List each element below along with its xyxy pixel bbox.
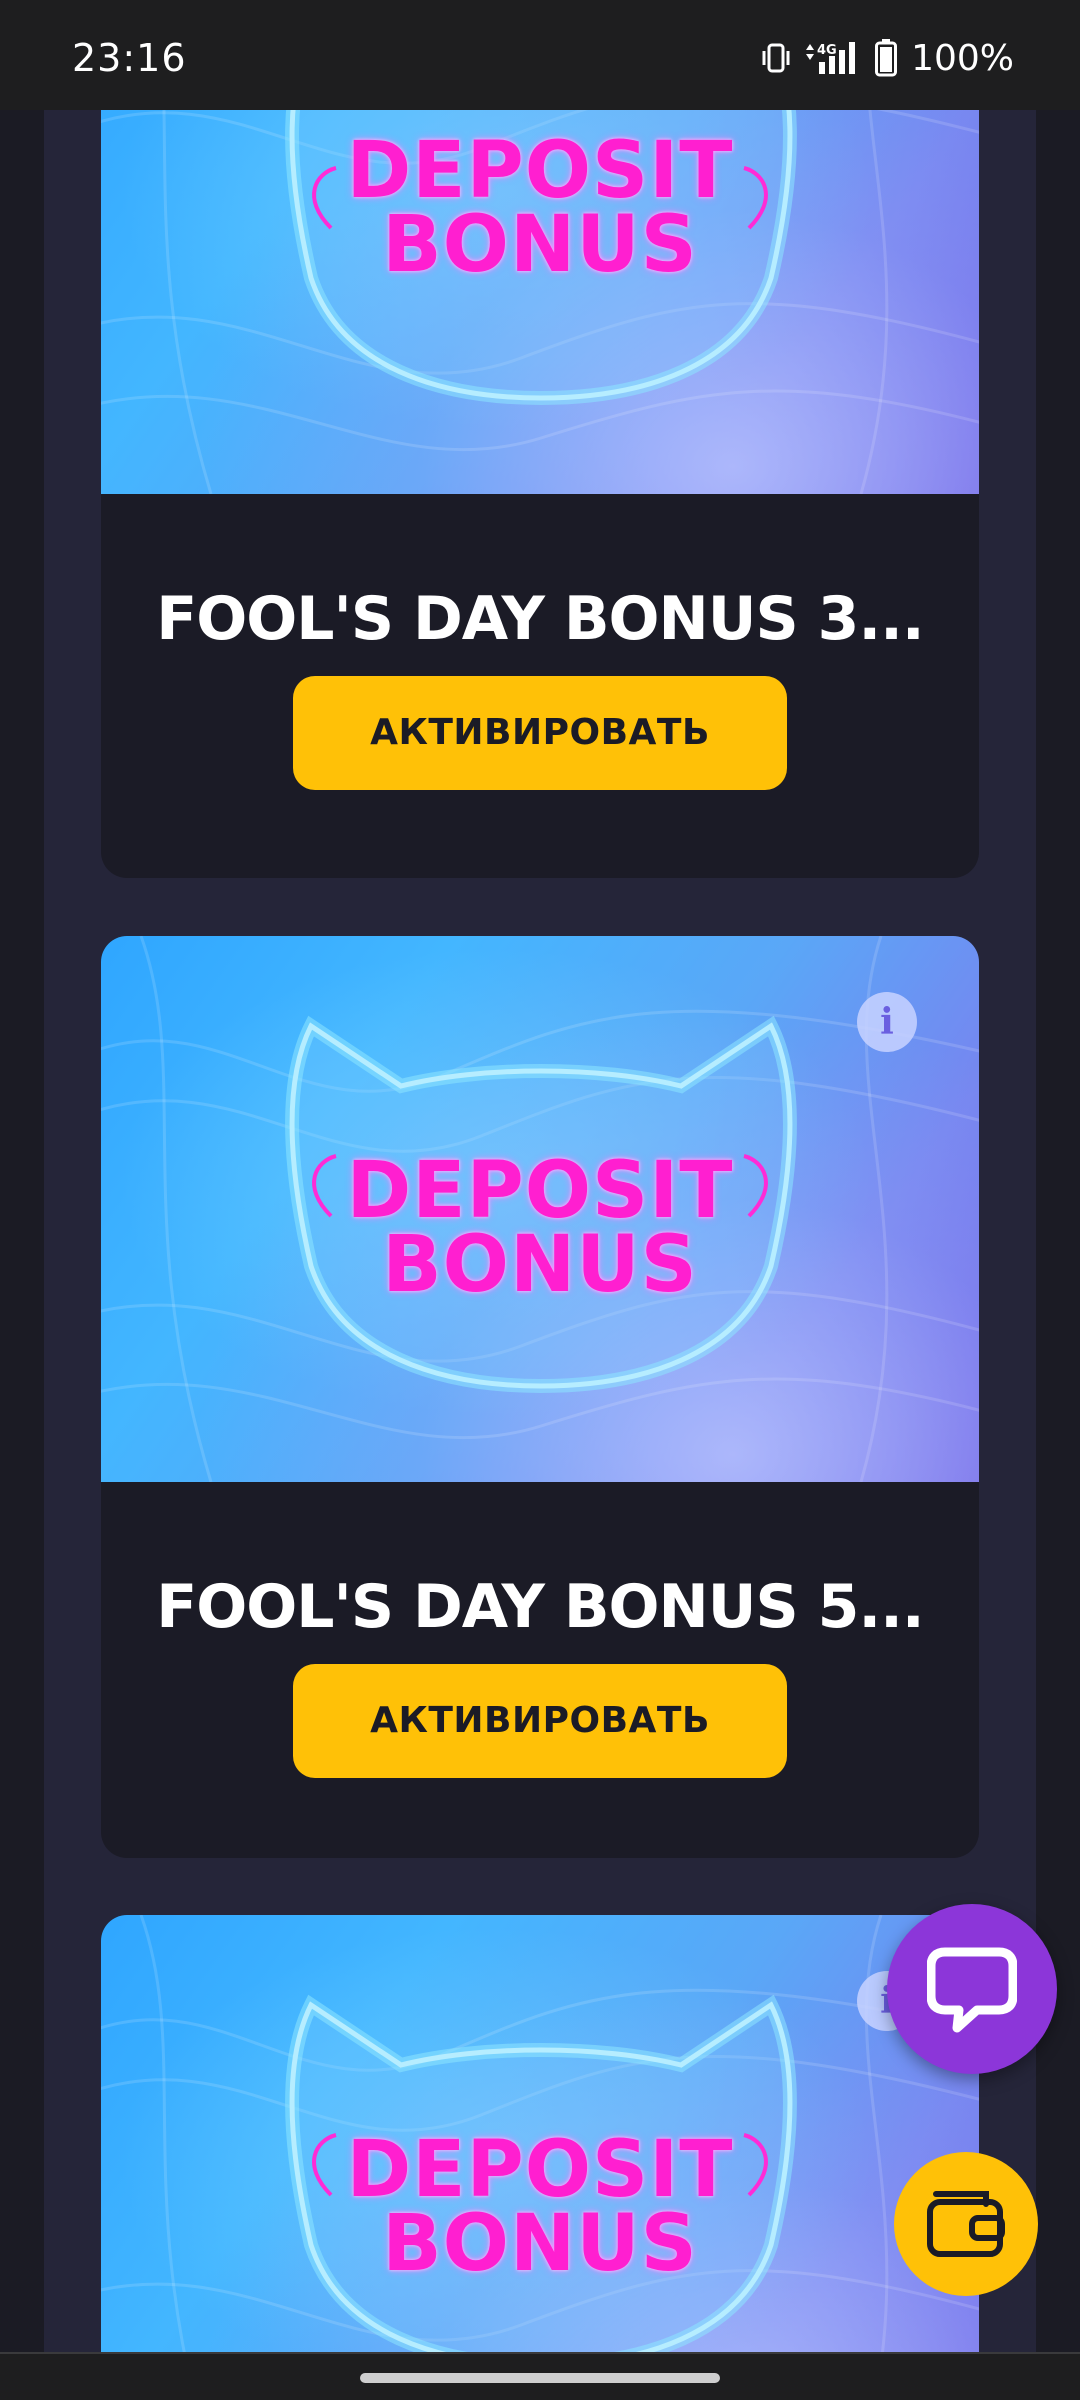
battery-icon	[875, 39, 898, 77]
activate-button[interactable]: АКТИВИРОВАТЬ	[293, 676, 787, 790]
signal-icon: 4G	[803, 40, 865, 76]
chat-button[interactable]	[887, 1904, 1057, 2074]
deposit-line-1: DEPOSIT	[346, 1146, 734, 1236]
deposit-line-2: BONUS	[382, 2199, 698, 2289]
network-type-text: 4G	[817, 43, 837, 58]
wallet-button[interactable]	[894, 2152, 1038, 2296]
bonus-card: DEPOSIT BONUS i	[101, 1915, 979, 2400]
navigation-bar	[0, 2352, 1080, 2400]
vibrate-icon	[759, 41, 793, 75]
activate-button[interactable]: АКТИВИРОВАТЬ	[293, 1664, 787, 1778]
bonus-image[interactable]: DEPOSIT BONUS i	[101, 936, 979, 1482]
bonus-card: DEPOSIT BONUS i FOOL'S DAY BONUS 5... АК…	[101, 936, 979, 1858]
wallet-icon	[927, 2191, 1005, 2257]
status-icons: 4G 100%	[759, 37, 1014, 79]
battery-percent: 100%	[911, 37, 1014, 79]
bonus-title: FOOL'S DAY BONUS 5...	[156, 1572, 924, 1642]
chat-bubble-icon	[927, 1947, 1017, 2033]
bonus-title: FOOL'S DAY BONUS 3...	[156, 584, 924, 654]
status-time: 23:16	[72, 36, 187, 80]
screen: 23:16 4G 100% DEPOSIT BONUS FOOL'S DAY B…	[0, 0, 1080, 2400]
bonus-image[interactable]: DEPOSIT BONUS i	[101, 1915, 979, 2400]
home-gesture-handle[interactable]	[360, 2373, 720, 2383]
deposit-line-1: DEPOSIT	[346, 126, 734, 216]
status-bar: 23:16 4G 100%	[0, 0, 1080, 110]
deposit-line-1: DEPOSIT	[346, 2125, 734, 2215]
info-icon[interactable]: i	[857, 992, 917, 1052]
deposit-line-2: BONUS	[382, 200, 698, 290]
deposit-line-2: BONUS	[382, 1220, 698, 1310]
bonus-card: DEPOSIT BONUS FOOL'S DAY BONUS 3... АКТИ…	[101, 0, 979, 878]
